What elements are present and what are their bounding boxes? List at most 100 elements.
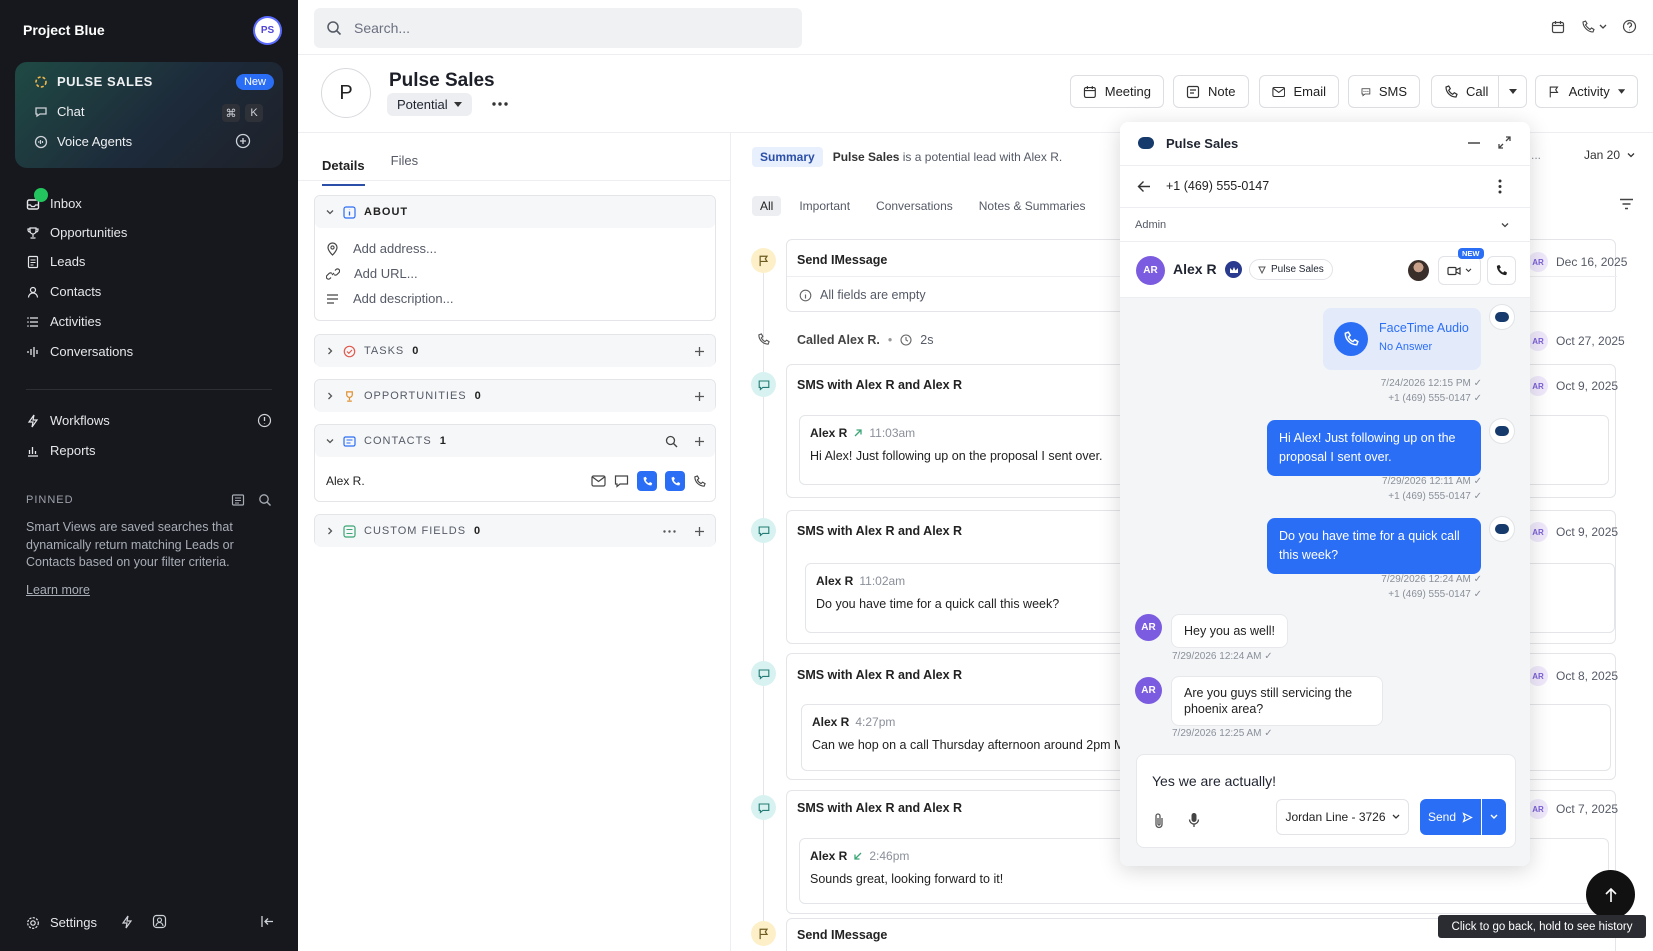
workspace-name[interactable]: Project Blue: [23, 22, 105, 38]
add-voice-agent-icon[interactable]: [235, 133, 251, 149]
call-contact-alt-button[interactable]: [665, 471, 685, 491]
user-avatar[interactable]: PS: [255, 18, 280, 43]
chat-shortcut: ⌘ K: [222, 104, 263, 122]
more-options-icon[interactable]: [492, 102, 508, 106]
incoming-message[interactable]: Are you guys still servicing the phoenix…: [1171, 676, 1383, 726]
call-button[interactable]: Call: [1431, 75, 1527, 108]
nav-inbox[interactable]: Inbox: [26, 187, 82, 211]
chat-contact-name[interactable]: Alex R: [1173, 261, 1217, 277]
outgoing-message[interactable]: Hi Alex! Just following up on the propos…: [1267, 420, 1481, 476]
add-custom-field-icon[interactable]: [694, 526, 705, 537]
arrow-up-icon: [1604, 887, 1617, 902]
sms-button[interactable]: SMS: [1348, 75, 1420, 108]
collapse-sidebar-icon[interactable]: [260, 914, 275, 929]
scroll-to-top-button[interactable]: [1586, 870, 1635, 919]
help-icon[interactable]: [1622, 19, 1637, 34]
phone-menu-icon[interactable]: [1581, 20, 1609, 34]
support-icon[interactable]: [152, 914, 167, 929]
nav-chat[interactable]: Chat: [34, 104, 84, 119]
workflows-info-icon[interactable]: [257, 413, 272, 428]
status-dropdown[interactable]: Potential: [387, 93, 472, 116]
add-opportunity-icon[interactable]: [694, 391, 705, 402]
email-button[interactable]: Email: [1259, 75, 1339, 108]
summary-pill[interactable]: Summary: [752, 147, 823, 167]
description-row[interactable]: Add description...: [326, 291, 453, 306]
more-options-icon[interactable]: [663, 529, 676, 533]
nav-contacts[interactable]: Contacts: [26, 284, 101, 299]
filter-notes[interactable]: Notes & Summaries: [971, 196, 1094, 216]
contact-row[interactable]: Alex R.: [326, 471, 706, 491]
calendar-icon[interactable]: [1551, 20, 1565, 34]
nav-opportunities-label: Opportunities: [50, 225, 128, 240]
video-call-button[interactable]: [1438, 256, 1481, 285]
book-icon[interactable]: [231, 493, 245, 507]
nav-opportunities[interactable]: Opportunities: [26, 225, 127, 240]
send-options-button[interactable]: [1482, 799, 1506, 835]
call-dropdown[interactable]: [1498, 76, 1526, 107]
meeting-button[interactable]: Meeting: [1070, 75, 1164, 108]
url-row[interactable]: Add URL...: [326, 266, 418, 281]
call-contact-button[interactable]: [637, 471, 657, 491]
call-event-row[interactable]: Called Alex R. • 2s: [797, 333, 934, 347]
incoming-message[interactable]: Hey you as well!: [1171, 614, 1289, 648]
tab-details[interactable]: Details: [322, 158, 365, 186]
admin-label: Admin: [1135, 219, 1167, 231]
nav-activities[interactable]: Activities: [26, 314, 101, 329]
microphone-icon[interactable]: [1188, 812, 1200, 828]
expand-icon[interactable]: [1498, 136, 1511, 149]
custom-fields-header[interactable]: CUSTOM FIELDS 0: [315, 515, 715, 547]
outgoing-message[interactable]: Do you have time for a quick call this w…: [1267, 518, 1481, 574]
filter-icon[interactable]: [1619, 198, 1634, 210]
search-pinned-icon[interactable]: [258, 493, 272, 507]
date-filter[interactable]: Jan 20: [1584, 148, 1636, 162]
tasks-header[interactable]: TASKS 0: [315, 335, 715, 367]
filter-conversations[interactable]: Conversations: [868, 196, 961, 216]
add-task-icon[interactable]: [694, 346, 705, 357]
message-sender-number: +1 (469) 555-0147 ✓: [1388, 393, 1482, 404]
nav-leads[interactable]: Leads: [26, 254, 85, 269]
search-input[interactable]: [354, 20, 754, 36]
chevron-down-icon: [1490, 814, 1498, 819]
clock-icon: [900, 334, 912, 346]
kebab-menu-icon[interactable]: [1498, 179, 1502, 194]
nav-pulse-sales[interactable]: PULSE SALES: [34, 74, 153, 89]
filter-important[interactable]: Important: [791, 196, 858, 216]
facetime-bubble[interactable]: FaceTime Audio No Answer: [1323, 308, 1481, 370]
sms-event-icon: [751, 795, 776, 820]
phone-icon[interactable]: [693, 474, 706, 488]
nav-voice-agents[interactable]: Voice Agents: [34, 134, 132, 149]
opportunities-header[interactable]: OPPORTUNITIES 0: [315, 380, 715, 412]
learn-more-link[interactable]: Learn more: [26, 583, 90, 597]
topbar-divider: [298, 54, 1653, 55]
attachment-icon[interactable]: [1153, 812, 1165, 829]
send-button[interactable]: Send: [1420, 799, 1481, 835]
tab-files[interactable]: Files: [391, 153, 418, 179]
back-arrow-icon[interactable]: [1137, 180, 1151, 193]
nav-conversations[interactable]: Conversations: [26, 344, 133, 359]
incoming-arrow-icon: [854, 852, 862, 860]
about-header[interactable]: ABOUT: [315, 196, 715, 228]
search-contacts-icon[interactable]: [665, 435, 678, 448]
line-selector[interactable]: Jordan Line - 3726: [1276, 799, 1409, 835]
note-button[interactable]: Note: [1173, 75, 1249, 108]
sidebar: Project Blue PS PULSE SALES New Chat ⌘ K…: [0, 0, 298, 951]
lead-title[interactable]: Pulse Sales: [389, 70, 495, 92]
mail-icon[interactable]: [591, 475, 606, 487]
global-search[interactable]: [314, 8, 802, 48]
activity-button[interactable]: Activity: [1535, 75, 1638, 108]
contacts-header[interactable]: CONTACTS 1: [315, 425, 715, 457]
sms-icon[interactable]: [614, 474, 629, 488]
nav-workflows[interactable]: Workflows: [26, 413, 110, 428]
add-contact-icon[interactable]: [694, 436, 705, 447]
address-row[interactable]: Add address...: [326, 241, 437, 256]
chat-call-button[interactable]: [1487, 256, 1516, 285]
nav-reports[interactable]: Reports: [26, 443, 96, 458]
compose-text[interactable]: Yes we are actually!: [1152, 773, 1276, 789]
contact-tag[interactable]: Pulse Sales: [1249, 259, 1333, 280]
admin-selector[interactable]: Admin: [1120, 208, 1530, 242]
minimize-icon[interactable]: [1468, 142, 1480, 144]
nav-settings[interactable]: Settings: [26, 915, 97, 930]
event-title: SMS with Alex R and Alex R: [797, 378, 963, 392]
bolt-icon[interactable]: [120, 915, 134, 929]
filter-all[interactable]: All: [752, 196, 782, 216]
